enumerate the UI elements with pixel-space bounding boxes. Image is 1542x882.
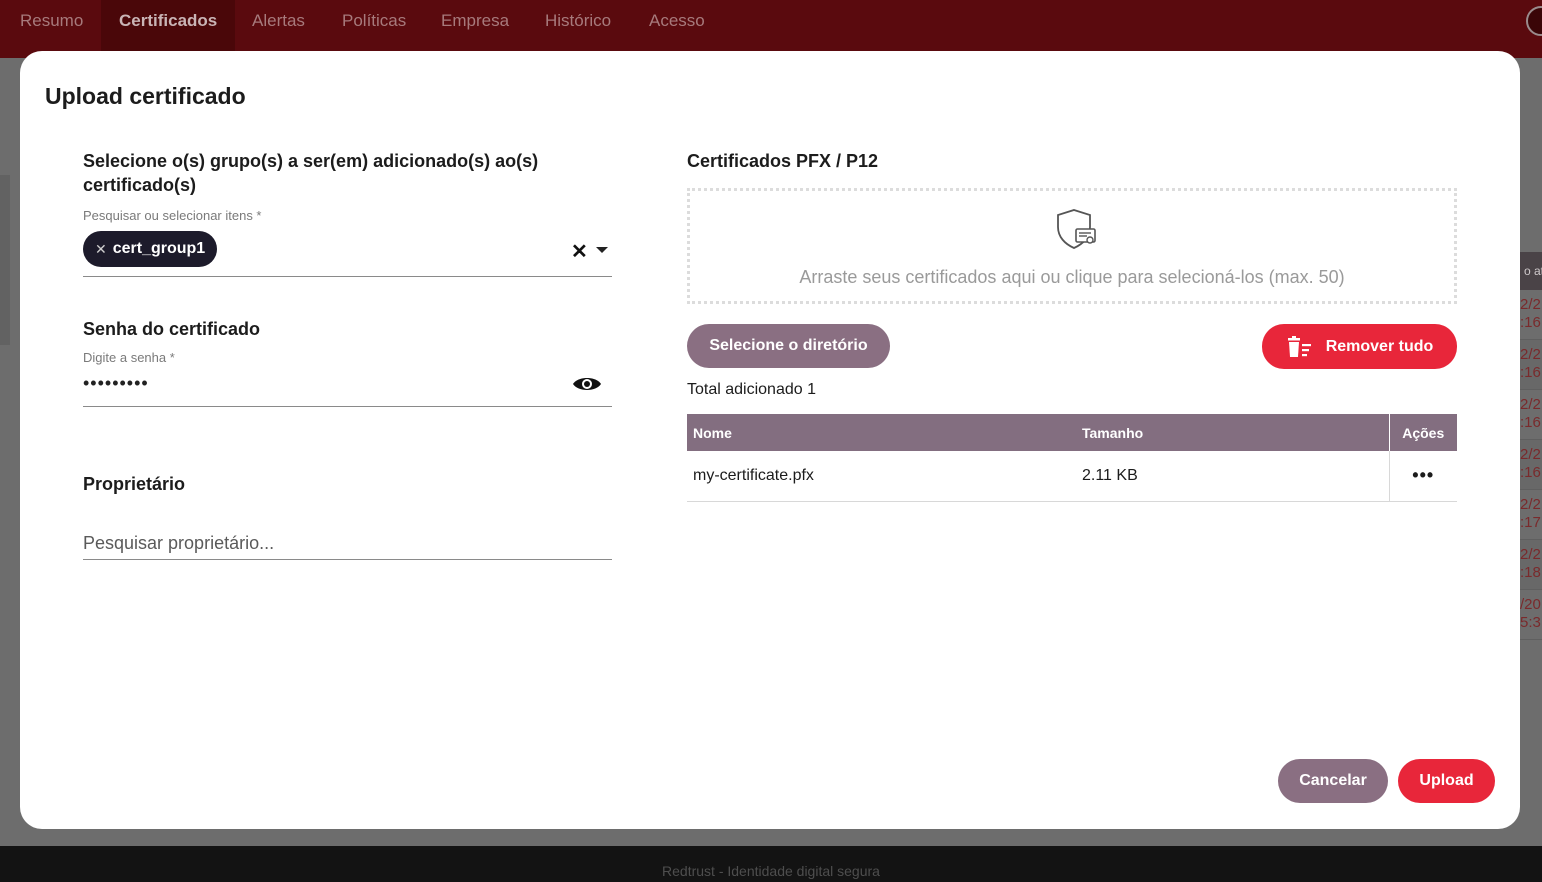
upload-certificate-modal: Upload certificado Selecione o(s) grupo(… — [20, 51, 1520, 829]
select-directory-button[interactable]: Selecione o diretório — [687, 324, 890, 368]
nav-tab-resumo[interactable]: Resumo — [20, 0, 83, 51]
table-header-row: Nome Tamanho Ações — [687, 414, 1457, 451]
eye-icon[interactable] — [572, 374, 602, 394]
groups-field-label: Pesquisar ou selecionar itens * — [83, 208, 262, 223]
certificate-size-cell: 2.11 KB — [1076, 451, 1389, 502]
column-header-name: Nome — [687, 414, 1076, 451]
chevron-down-icon[interactable] — [596, 247, 608, 253]
nav-tab-certificados[interactable]: Certificados — [101, 0, 236, 51]
background-table-row: 2/2 :16 — [1520, 390, 1542, 440]
clear-selection-icon[interactable]: ✕ — [571, 239, 588, 264]
nav-tab-historico[interactable]: Histórico — [545, 0, 611, 51]
groups-section-title: Selecione o(s) grupo(s) a ser(em) adicio… — [83, 151, 539, 195]
background-table: o at 2/2 :16 2/2 :16 2/2 :16 2/2 :16 2/2… — [1520, 252, 1542, 644]
trash-list-icon — [1287, 335, 1311, 357]
total-added-label: Total adicionado 1 — [687, 381, 816, 398]
cancel-button[interactable]: Cancelar — [1278, 759, 1388, 803]
group-chip[interactable]: ✕ cert_group1 — [83, 231, 218, 267]
background-table-row: 2/2 :16 — [1520, 290, 1542, 340]
background-panel — [0, 175, 10, 345]
password-section-title: Senha do certificado — [83, 319, 261, 339]
dropzone-text: Arraste seus certificados aqui ou clique… — [799, 267, 1345, 287]
background-table-row: 2/2 :16 — [1520, 340, 1542, 390]
user-avatar[interactable] — [1526, 6, 1542, 36]
background-table-row: 2/2 :16 — [1520, 440, 1542, 490]
modal-title: Upload certificado — [45, 83, 246, 109]
column-header-size: Tamanho — [1076, 414, 1389, 451]
background-table-row: /20 5:3 — [1520, 590, 1542, 640]
remove-all-button[interactable]: Remover tudo — [1262, 324, 1457, 369]
password-field-label: Digite a senha * — [83, 350, 175, 365]
background-table-row: 2/2 :18 — [1520, 540, 1542, 590]
certificates-table: Nome Tamanho Ações my-certificate.pfx 2.… — [687, 414, 1457, 502]
certificate-name-cell: my-certificate.pfx — [687, 451, 1076, 502]
column-header-actions: Ações — [1388, 414, 1457, 451]
footer-text: Redtrust - Identidade digital segura — [662, 863, 880, 879]
top-navigation: Resumo Certificados Alertas Políticas Em… — [0, 0, 1542, 58]
certificate-shield-icon — [1057, 209, 1096, 249]
nav-tab-acesso[interactable]: Acesso — [649, 0, 705, 51]
certificates-section-title: Certificados PFX / P12 — [687, 151, 879, 171]
background-table-header: o at — [1520, 252, 1542, 290]
more-actions-icon[interactable]: ••• — [1388, 451, 1457, 502]
certificate-dropzone[interactable]: Arraste seus certificados aqui ou clique… — [687, 188, 1457, 304]
page-footer: Redtrust - Identidade digital segura — [0, 846, 1542, 882]
background-table-row: 2/2 :17 — [1520, 490, 1542, 540]
upload-button[interactable]: Upload — [1398, 759, 1495, 803]
chip-remove-icon[interactable]: ✕ — [95, 241, 107, 258]
nav-tab-empresa[interactable]: Empresa — [441, 0, 509, 51]
password-field[interactable]: ••••••••• — [83, 373, 149, 394]
remove-all-label: Remover tudo — [1325, 337, 1434, 355]
chip-label: cert_group1 — [112, 240, 206, 257]
nav-tab-politicas[interactable]: Políticas — [342, 0, 406, 51]
groups-field-underline — [83, 276, 612, 277]
owner-search-input[interactable] — [83, 528, 612, 560]
nav-tab-alertas[interactable]: Alertas — [252, 0, 305, 51]
table-row: my-certificate.pfx 2.11 KB ••• — [687, 451, 1457, 502]
owner-section-title: Proprietário — [83, 474, 186, 494]
password-field-underline — [83, 406, 612, 407]
